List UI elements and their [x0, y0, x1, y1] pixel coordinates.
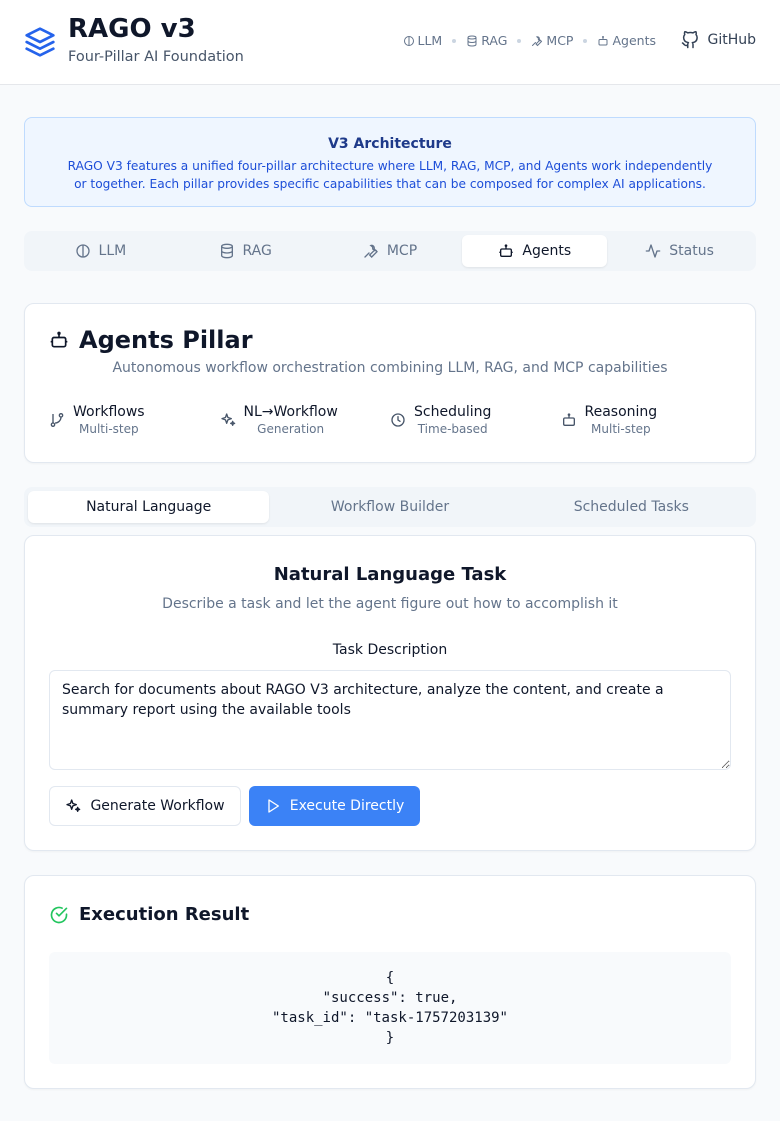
git-branch-icon	[50, 413, 64, 427]
wrench-icon	[532, 35, 543, 46]
execute-directly-button[interactable]: Execute Directly	[249, 786, 420, 826]
top-nav-rag[interactable]: RAG	[466, 33, 507, 48]
feature-nl-workflow: NL→Workflow Generation	[220, 404, 391, 436]
github-link[interactable]: GitHub	[681, 31, 756, 49]
bot-icon	[499, 244, 514, 257]
banner-title: V3 Architecture	[328, 136, 452, 152]
database-icon	[467, 35, 477, 47]
architecture-banner: V3 Architecture RAGO V3 features a unifi…	[24, 117, 756, 207]
banner-text: RAGO V3 features a unified four-pillar a…	[67, 159, 713, 191]
result-title: Execution Result	[79, 904, 250, 925]
result-line: }	[385, 1030, 395, 1046]
task-title: Natural Language Task	[273, 564, 507, 585]
nav-separator	[583, 38, 588, 43]
nav-separator	[517, 38, 522, 43]
task-description-label: Task Description	[332, 642, 448, 658]
sparkles-icon	[66, 799, 81, 812]
brain-icon	[403, 35, 414, 46]
feature-workflows: Workflows Multi-step	[49, 404, 220, 436]
feature-scheduling: Scheduling Time-based	[390, 404, 561, 436]
tab-workflow-builder[interactable]: Workflow Builder	[269, 491, 510, 523]
pillar-title: Agents Pillar	[79, 326, 253, 354]
github-label: GitHub	[707, 32, 756, 48]
tab-llm[interactable]: LLM	[28, 235, 173, 267]
agent-mode-tabs: Natural Language Workflow Builder Schedu…	[24, 487, 756, 527]
sparkles-icon	[220, 413, 235, 426]
feature-list: Workflows Multi-step NL→Workflow Generatio…	[49, 404, 731, 436]
tab-status[interactable]: Status	[607, 235, 752, 267]
nav-separator	[452, 38, 457, 43]
bot-icon	[50, 331, 68, 348]
top-nav-mcp[interactable]: MCP	[531, 33, 573, 48]
layers-logo-icon[interactable]	[24, 26, 56, 58]
tab-natural-language[interactable]: Natural Language	[28, 491, 270, 523]
tab-scheduled-tasks[interactable]: Scheduled Tasks	[511, 491, 752, 523]
execution-result-card: Execution Result { "success": true, "tas…	[24, 875, 756, 1089]
check-circle-icon	[50, 906, 68, 923]
result-line: "success": true,	[322, 990, 458, 1006]
natural-language-task-card: Natural Language Task Describe a task an…	[24, 535, 756, 851]
database-icon	[220, 243, 233, 259]
agents-pillar-card: Agents Pillar Autonomous workflow orches…	[24, 303, 756, 463]
app-header: RAGO v3 Four-Pillar AI Foundation LLM RA…	[0, 0, 780, 85]
result-output: { "success": true, "task_id": "task-1757…	[49, 952, 731, 1064]
app-subtitle: Four-Pillar AI Foundation	[68, 49, 244, 65]
feature-reasoning: Reasoning Multi-step	[561, 404, 732, 436]
clock-icon	[391, 413, 405, 427]
top-nav: LLM RAG MCP Agents	[403, 33, 656, 48]
wrench-icon	[364, 244, 378, 258]
result-line: {	[385, 970, 395, 986]
pillar-tabs: LLM RAG MCP Agents Status	[24, 231, 756, 271]
result-heading: Execution Result	[49, 904, 249, 925]
top-nav-llm[interactable]: LLM	[403, 33, 442, 48]
tab-rag[interactable]: RAG	[173, 235, 318, 267]
task-description-input[interactable]: Search for documents about RAGO V3 archi…	[49, 670, 731, 770]
app-title: RAGO v3	[68, 14, 196, 44]
tab-mcp[interactable]: MCP	[318, 235, 463, 267]
pillar-description: Autonomous workflow orchestration combin…	[112, 360, 668, 376]
pillar-heading: Agents Pillar	[49, 326, 253, 354]
task-subtitle: Describe a task and let the agent figure…	[162, 596, 618, 612]
play-icon	[268, 799, 279, 813]
generate-workflow-button[interactable]: Generate Workflow	[49, 786, 241, 826]
bot-icon	[562, 413, 575, 426]
github-icon	[682, 31, 699, 49]
result-line: "task_id": "task-1757203139"	[271, 1010, 508, 1026]
brain-icon	[75, 244, 90, 258]
activity-icon	[645, 244, 661, 258]
tab-agents[interactable]: Agents	[462, 235, 608, 267]
bot-icon	[598, 35, 608, 45]
top-nav-agents[interactable]: Agents	[597, 33, 656, 48]
